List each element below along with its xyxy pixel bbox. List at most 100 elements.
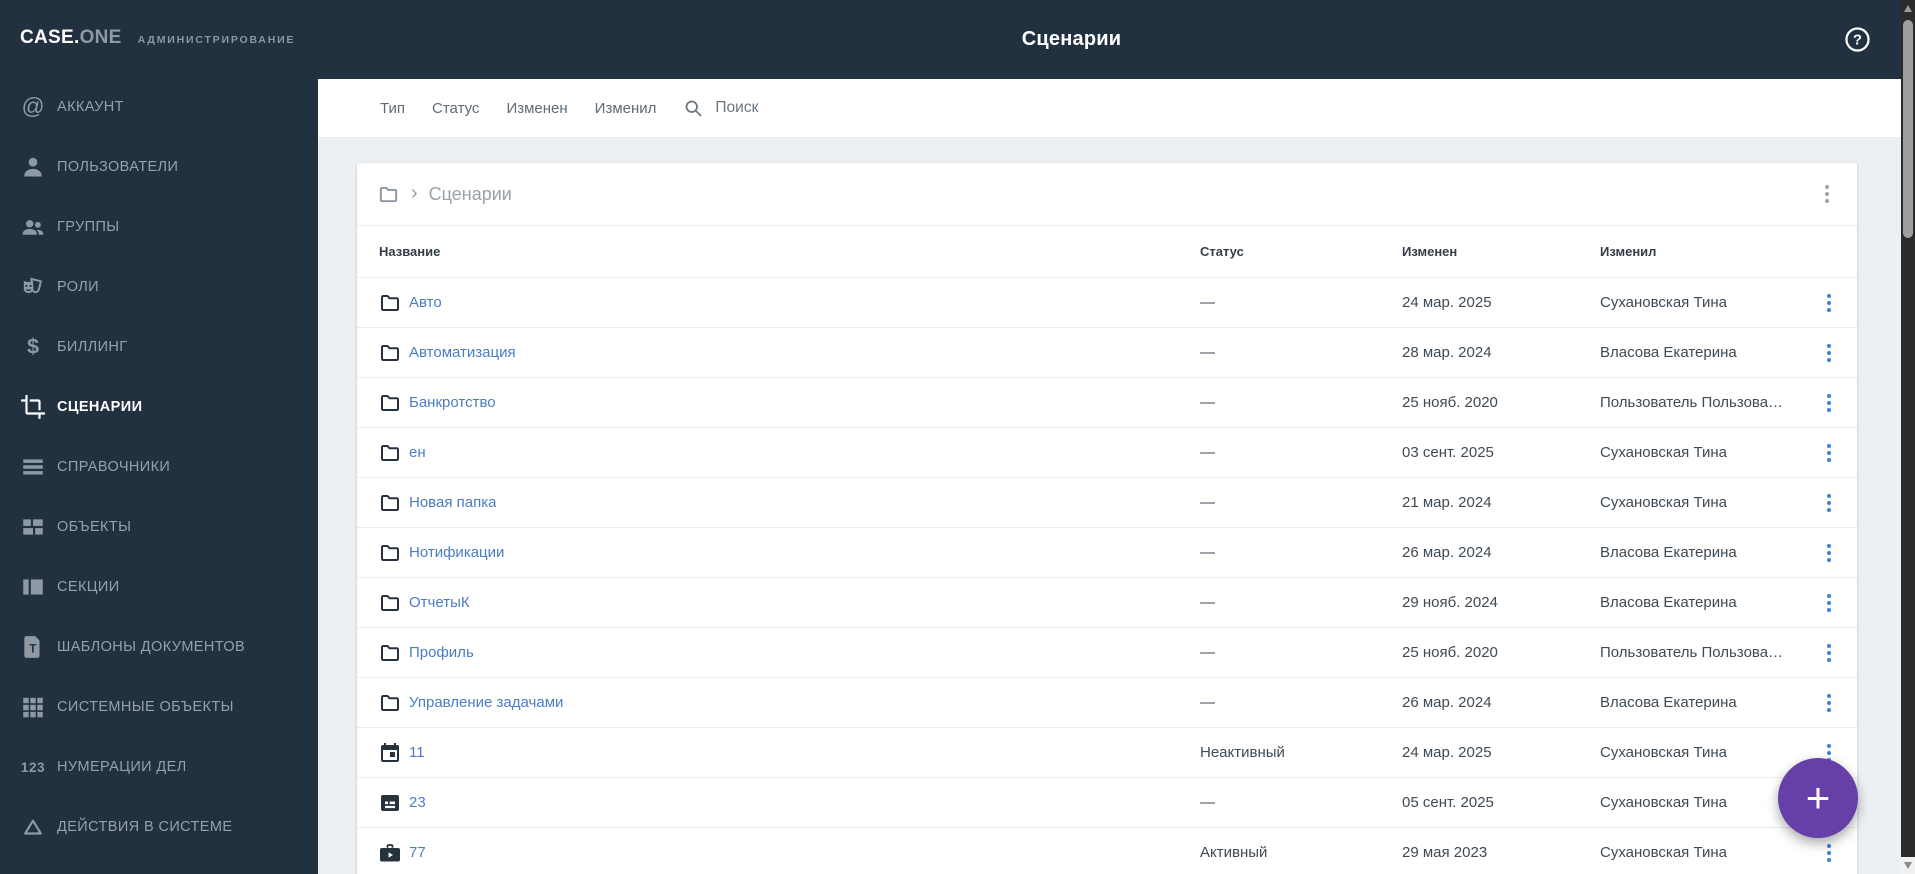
scenario-link[interactable]: ОтчетыК [409,594,470,611]
scroll-up-arrow-icon[interactable] [1904,5,1912,12]
modified-by-cell: Власова Екатерина [1600,594,1737,611]
modified-cell: 25 нояб. 2020 [1402,644,1498,661]
add-button[interactable]: + [1778,758,1858,838]
briefcase-icon [378,841,402,865]
folder-icon [378,691,402,715]
row-menu-kebab-icon[interactable] [1815,289,1843,317]
row-menu-kebab-icon[interactable] [1815,839,1843,867]
column-header-name: Название [379,244,441,259]
sidebar-item-label: АККАУНТ [57,99,124,115]
modified-cell: 24 мар. 2025 [1402,294,1492,311]
modified-by-cell: Власова Екатерина [1600,544,1737,561]
crop-icon [20,394,46,420]
search-input[interactable] [715,99,936,117]
sidebar-item-system-actions[interactable]: ДЕЙСТВИЯ В СИСТЕМЕ [0,797,318,857]
folder-root-icon[interactable] [377,183,400,206]
sidebar-item-label: ОБЪЕКТЫ [57,519,132,535]
sidebar-item-roles[interactable]: РОЛИ [0,257,318,317]
doc-template-icon [20,634,46,660]
sidebar-item-sections[interactable]: СЕКЦИИ [0,557,318,617]
modified-cell: 26 мар. 2024 [1402,694,1492,711]
name-cell: ен [357,441,1200,465]
filter-2[interactable]: Статус [432,100,479,117]
group-icon [20,214,46,240]
scrollbar-thumb[interactable] [1903,20,1913,238]
modified-by-cell: Сухановская Тина [1600,794,1727,811]
sidebar-item-billing[interactable]: БИЛЛИНГ [0,317,318,377]
folder-icon [378,341,402,365]
scenario-link[interactable]: Автоматизация [409,344,516,361]
modified-cell: 25 нояб. 2020 [1402,394,1498,411]
scroll-down-arrow-icon[interactable] [1901,857,1915,874]
sections-icon [20,574,46,600]
name-cell: Профиль [357,641,1200,665]
scenario-link[interactable]: 77 [409,844,426,861]
logo-caption: АДМИНИСТРИРОВАНИЕ [137,34,296,46]
sidebar-item-scenarios[interactable]: СЦЕНАРИИ [0,377,318,437]
row-menu-kebab-icon[interactable] [1815,539,1843,567]
table-row: 77 Активный 29 мая 2023 Сухановская Тина [357,828,1857,874]
scenario-link[interactable]: 11 [409,744,425,761]
name-cell: Автоматизация [357,341,1200,365]
app-window: Сценарии CASE. ONE АДМИНИСТРИРОВАНИЕ АКК… [0,0,1915,874]
folder-icon [378,441,402,465]
filter-4[interactable]: Изменил [595,100,657,117]
scenario-link[interactable]: Банкротство [409,394,496,411]
folder-icon [378,641,402,665]
filter-3[interactable]: Изменен [506,100,567,117]
sidebar-item-account[interactable]: АККАУНТ [0,77,318,137]
row-menu-kebab-icon[interactable] [1815,589,1843,617]
status-cell: — [1200,594,1215,611]
sidebar-item-document-templates[interactable]: ШАБЛОНЫ ДОКУМЕНТОВ [0,617,318,677]
column-header-modified: Изменен [1402,244,1458,259]
sidebar-item-objects[interactable]: ОБЪЕКТЫ [0,497,318,557]
sidebar-nav: АККАУНТ ПОЛЬЗОВАТЕЛИ ГРУППЫ РОЛИ БИЛЛИНГ… [0,77,318,857]
filter-1[interactable]: Тип [380,100,405,117]
row-menu-kebab-icon[interactable] [1815,439,1843,467]
status-cell: Неактивный [1200,744,1285,761]
table-header: Название Статус Изменен Изменил [357,225,1857,278]
table-row: Нотификации — 26 мар. 2024 Власова Екате… [357,528,1857,578]
folder-icon [378,591,402,615]
filter-bar: Тип Статус Изменен Изменил [318,79,1901,137]
sidebar-item-groups[interactable]: ГРУППЫ [0,197,318,257]
modified-by-cell: Власова Екатерина [1600,344,1737,361]
table-row: Новая папка — 21 мар. 2024 Сухановская Т… [357,478,1857,528]
scenario-link[interactable]: Профиль [409,644,474,661]
breadcrumb-current: Сценарии [428,183,512,204]
sidebar-item-label: СЕКЦИИ [57,579,120,595]
table-row: Авто — 24 мар. 2025 Сухановская Тина [357,278,1857,328]
status-cell: — [1200,344,1215,361]
scenario-link[interactable]: ен [409,444,426,461]
help-icon[interactable] [1844,26,1871,53]
sidebar-item-label: СПРАВОЧНИКИ [57,459,171,475]
at-icon [20,94,46,120]
scenario-link[interactable]: Нотификации [409,544,504,561]
scenario-link[interactable]: Авто [409,294,442,311]
sidebar-item-label: ГРУППЫ [57,219,120,235]
table-row: 11 Неактивный 24 мар. 2025 Сухановская Т… [357,728,1857,778]
row-menu-kebab-icon[interactable] [1815,639,1843,667]
search-box [683,98,936,119]
name-cell: 23 [357,791,1200,815]
scenario-link[interactable]: 23 [409,794,426,811]
modified-by-cell: Сухановская Тина [1600,744,1727,761]
list-icon [20,454,46,480]
row-menu-kebab-icon[interactable] [1815,389,1843,417]
row-menu-kebab-icon[interactable] [1815,489,1843,517]
scrollbar [1901,0,1915,874]
name-cell: Нотификации [357,541,1200,565]
scenario-link[interactable]: Новая папка [409,494,496,511]
modified-by-cell: Сухановская Тина [1600,294,1727,311]
sidebar-item-system-objects[interactable]: СИСТЕМНЫЕ ОБЪЕКТЫ [0,677,318,737]
card-menu-kebab-icon[interactable] [1813,180,1841,208]
sidebar-item-users[interactable]: ПОЛЬЗОВАТЕЛИ [0,137,318,197]
sidebar-item-directories[interactable]: СПРАВОЧНИКИ [0,437,318,497]
sidebar-item-case-numbering[interactable]: НУМЕРАЦИИ ДЕЛ [0,737,318,797]
person-icon [20,154,46,180]
row-menu-kebab-icon[interactable] [1815,689,1843,717]
row-menu-kebab-icon[interactable] [1815,339,1843,367]
scenario-link[interactable]: Управление задачами [409,694,563,711]
table-row: Профиль — 25 нояб. 2020 Пользователь Пол… [357,628,1857,678]
name-cell: Управление задачами [357,691,1200,715]
